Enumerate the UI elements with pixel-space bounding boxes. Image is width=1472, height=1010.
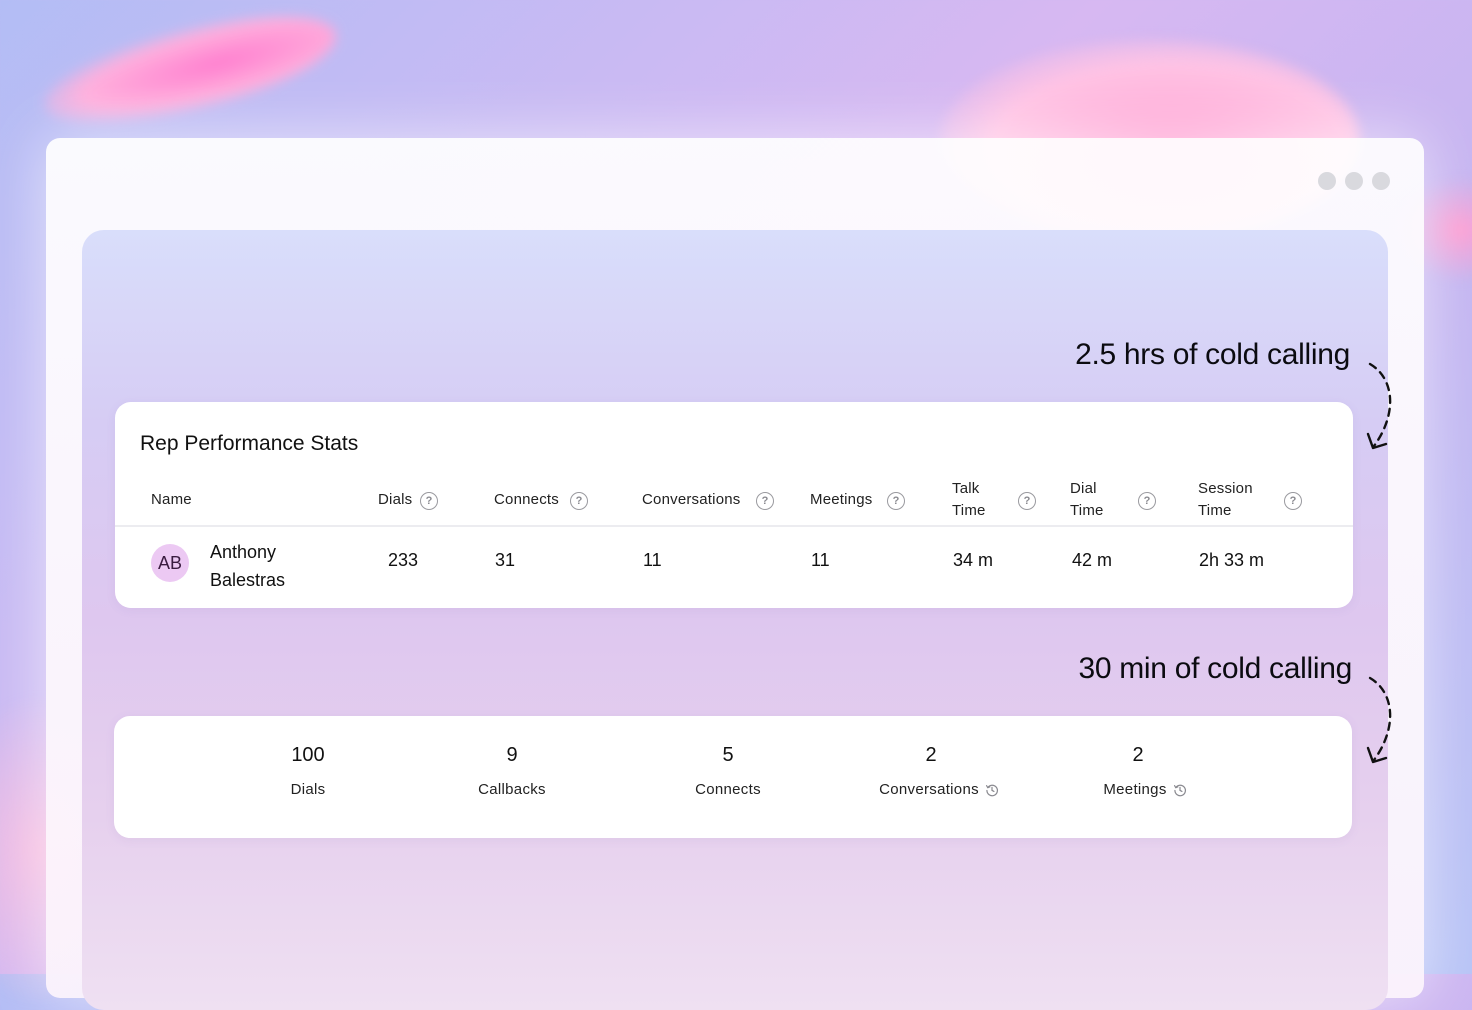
stat-label-text: Connects <box>695 781 761 798</box>
question-circle-icon[interactable]: ? <box>420 492 438 510</box>
curved-arrow-icon <box>1366 676 1392 764</box>
app-window: 2.5 hrs of cold calling Rep Performance … <box>46 138 1424 1010</box>
stat-value: 5 <box>722 744 734 766</box>
question-circle-icon[interactable]: ? <box>1284 492 1302 510</box>
cell-meetings: 11 <box>811 550 830 570</box>
decorative-cloud <box>34 0 346 146</box>
curved-arrow-icon <box>1366 362 1392 450</box>
cell-connects: 31 <box>495 550 516 570</box>
column-header-session-time: Session Time <box>1198 478 1253 522</box>
stat-label-text: Dials <box>290 781 326 798</box>
stat-meetings: 2 Meetings <box>1080 744 1210 798</box>
column-header-dial-time: Dial Time <box>1070 478 1104 522</box>
column-header-conversations: Conversations <box>642 491 741 508</box>
question-circle-icon[interactable]: ? <box>1138 492 1156 510</box>
header-line: Time <box>1070 502 1104 519</box>
cell-conversations: 11 <box>643 550 662 570</box>
header-line: Time <box>952 502 986 519</box>
cell-session-time: 2h 33 m <box>1199 550 1265 570</box>
stat-value: 2 <box>1132 744 1144 766</box>
column-header-dials: Dials <box>378 491 413 508</box>
rep-performance-card: Rep Performance Stats Name Dials ? Conne… <box>115 402 1353 608</box>
table-divider <box>115 525 1353 527</box>
stat-label: Meetings <box>1080 781 1210 798</box>
column-header-connects: Connects <box>494 491 559 508</box>
window-dot[interactable] <box>1372 172 1390 190</box>
column-header-meetings: Meetings <box>810 491 873 508</box>
stat-label: Conversations <box>854 781 1024 798</box>
stat-connects: 5 Connects <box>668 744 788 798</box>
history-icon[interactable] <box>1173 783 1187 797</box>
stat-dials: 100 Dials <box>248 744 368 798</box>
stat-label: Connects <box>668 781 788 798</box>
column-header-name: Name <box>151 491 192 508</box>
stat-label-text: Meetings <box>1103 781 1167 798</box>
header-line: Talk <box>952 480 980 497</box>
stat-callbacks: 9 Callbacks <box>452 744 572 798</box>
question-circle-icon[interactable]: ? <box>570 492 588 510</box>
rep-first-name: Anthony <box>210 542 277 562</box>
avatar: AB <box>151 544 189 582</box>
stat-label-text: Callbacks <box>478 781 546 798</box>
stat-label: Dials <box>248 781 368 798</box>
cell-talk-time: 34 m <box>953 550 994 570</box>
rep-last-name: Balestras <box>210 570 286 590</box>
window-controls <box>1318 172 1390 190</box>
card-title: Rep Performance Stats <box>140 432 359 455</box>
header-line: Dial <box>1070 480 1097 497</box>
header-line: Time <box>1198 502 1232 519</box>
cell-dials: 233 <box>388 550 419 570</box>
caption-short-session: 30 min of cold calling <box>1078 652 1352 685</box>
stat-value: 100 <box>291 744 325 766</box>
cell-dial-time: 42 m <box>1072 550 1113 570</box>
stat-label-text: Conversations <box>879 781 979 798</box>
question-circle-icon[interactable]: ? <box>887 492 905 510</box>
stat-label: Callbacks <box>452 781 572 798</box>
header-line: Session <box>1198 480 1253 497</box>
history-icon[interactable] <box>985 783 999 797</box>
window-dot[interactable] <box>1345 172 1363 190</box>
stat-value: 2 <box>925 744 937 766</box>
window-dot[interactable] <box>1318 172 1336 190</box>
stat-conversations: 2 Conversations <box>854 744 1024 798</box>
rep-name[interactable]: Anthony Balestras <box>210 538 285 594</box>
session-summary-card: 100 Dials 9 Callbacks 5 Connects 2 Conve… <box>114 716 1352 838</box>
content-panel: 2.5 hrs of cold calling Rep Performance … <box>82 230 1392 1010</box>
question-circle-icon[interactable]: ? <box>1018 492 1036 510</box>
column-header-talk-time: Talk Time <box>952 478 986 522</box>
caption-long-session: 2.5 hrs of cold calling <box>1075 338 1350 371</box>
question-circle-icon[interactable]: ? <box>756 492 774 510</box>
stat-value: 9 <box>506 744 518 766</box>
